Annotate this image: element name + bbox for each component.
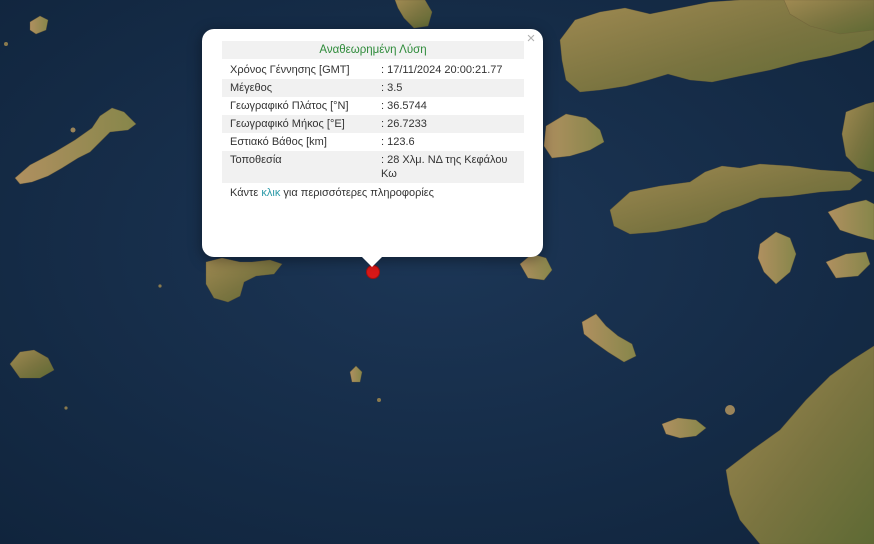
popup-footer: Κάντε κλικ για περισσότερες πληροφορίες: [222, 183, 524, 199]
info-label: Γεωγραφικό Πλάτος [°N]: [230, 100, 349, 112]
info-value: : 17/11/2024 20:00:21.77: [381, 64, 503, 76]
popup-pointer: [361, 256, 383, 267]
info-value: : 123.6: [381, 136, 415, 148]
islet: [725, 405, 735, 415]
info-value: : 3.5: [373, 79, 524, 97]
info-value: : 26.7233: [373, 115, 524, 133]
earthquake-marker[interactable]: [366, 265, 380, 279]
info-label: Εστιακό Βάθος [km]: [230, 136, 327, 148]
info-row-location: Τοποθεσία : 28 Χλμ. ΝΔ της Κεφάλου Κω: [222, 151, 524, 183]
close-icon[interactable]: ×: [524, 31, 538, 46]
footer-text-before: Κάντε: [230, 187, 262, 199]
map-viewport[interactable]: × Αναθεωρημένη Λύση Χρόνος Γέννησης [GMT…: [0, 0, 874, 544]
footer-text-after: για περισσότερες πληροφορίες: [280, 187, 434, 199]
islet: [4, 42, 8, 46]
popup-title: Αναθεωρημένη Λύση: [222, 41, 524, 59]
info-row-longitude: Γεωγραφικό Μήκος [°E] : 26.7233: [222, 115, 524, 133]
earthquake-popup: × Αναθεωρημένη Λύση Χρόνος Γέννησης [GMT…: [202, 29, 543, 257]
islet: [64, 406, 68, 410]
info-label: Γεωγραφικό Μήκος [°E]: [222, 115, 373, 133]
info-row-origin-time: Χρόνος Γέννησης [GMT] : 17/11/2024 20:00…: [222, 61, 524, 79]
islet: [70, 127, 76, 133]
info-row-magnitude: Μέγεθος : 3.5: [222, 79, 524, 97]
info-row-depth: Εστιακό Βάθος [km] : 123.6: [222, 133, 524, 151]
info-label: Μέγεθος: [222, 79, 373, 97]
islet: [158, 284, 162, 288]
info-label: Τοποθεσία: [222, 151, 373, 183]
more-info-link[interactable]: κλικ: [261, 187, 280, 199]
info-label: Χρόνος Γέννησης [GMT]: [230, 64, 350, 76]
info-value: : 28 Χλμ. ΝΔ της Κεφάλου Κω: [373, 151, 524, 183]
earthquake-info-table: Χρόνος Γέννησης [GMT] : 17/11/2024 20:00…: [222, 61, 524, 183]
info-value: : 36.5744: [381, 100, 427, 112]
islet: [377, 398, 381, 402]
info-row-latitude: Γεωγραφικό Πλάτος [°N] : 36.5744: [222, 97, 524, 115]
